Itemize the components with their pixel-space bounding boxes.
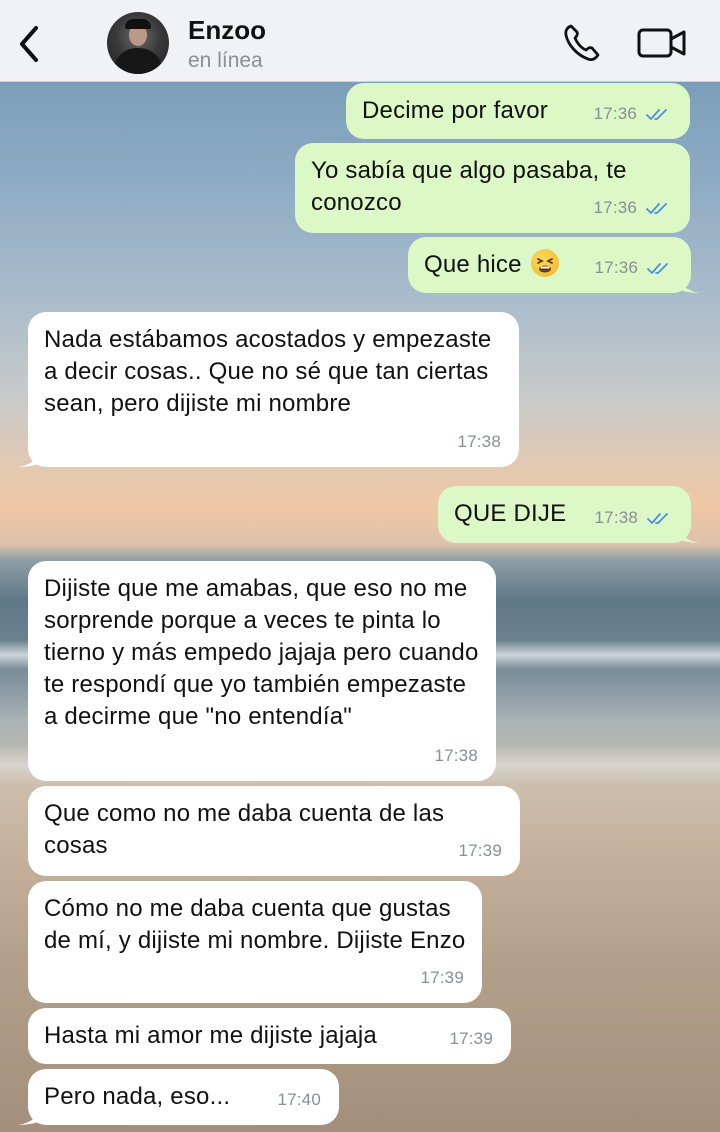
contact-status: en línea (188, 49, 263, 72)
message-time: 17:36 (594, 258, 639, 277)
phone-icon[interactable] (562, 22, 602, 64)
message-bubble-incoming[interactable]: Cómo no me daba cuenta que gustas de mí,… (28, 881, 482, 1003)
message-meta: 17:39 (458, 835, 502, 867)
read-receipt-icon (646, 108, 667, 120)
tired-face-emoji-icon (530, 249, 559, 277)
message-text: Hasta mi amor me dijiste jajaja (44, 1022, 377, 1049)
read-receipt-icon (647, 512, 668, 524)
message-time: 17:38 (594, 508, 639, 527)
message-time: 17:38 (434, 746, 478, 765)
chat-header: Enzoo en línea (0, 0, 720, 82)
bubble-tail (676, 521, 700, 543)
message-text: Dijiste que me amabas, que eso no me sor… (44, 575, 479, 730)
message-text: Que hice (424, 251, 522, 278)
message-text: Que como no me daba cuenta de las cosas (44, 800, 445, 859)
bubble-tail (676, 271, 700, 293)
message-meta: 17:38 (457, 426, 501, 458)
bubble-tail (18, 1103, 42, 1125)
message-bubble-incoming[interactable]: Dijiste que me amabas, que eso no me sor… (28, 561, 496, 781)
video-camera-icon[interactable] (636, 24, 688, 62)
message-bubble-outgoing[interactable]: Que hice 17:36 (408, 237, 700, 293)
message-bubble-outgoing[interactable]: Yo sabía que algo pasaba, te conozco 17:… (295, 143, 690, 233)
read-receipt-icon (646, 202, 667, 214)
read-receipt-icon (647, 262, 668, 274)
message-time: 17:36 (593, 104, 638, 123)
bubble-tail (18, 445, 42, 467)
contact-name[interactable]: Enzoo (188, 15, 266, 46)
message-time: 17:36 (593, 198, 638, 217)
message-text: Cómo no me daba cuenta que gustas de mí,… (44, 895, 466, 954)
message-meta: 17:36 (594, 192, 672, 224)
message-text: Pero nada, eso... (44, 1083, 231, 1110)
avatar[interactable] (107, 12, 169, 74)
message-meta: 17:36 (595, 252, 673, 284)
message-meta: 17:38 (434, 740, 478, 772)
message-meta: 17:39 (420, 962, 464, 994)
message-bubble-incoming[interactable]: Pero nada, eso... 17:40 (18, 1069, 339, 1125)
message-bubble-incoming[interactable]: Nada estábamos acostados y empezaste a d… (18, 312, 519, 467)
message-time: 17:39 (420, 968, 464, 987)
chevron-left-icon[interactable] (14, 24, 44, 64)
message-text: QUE DIJE (454, 500, 567, 527)
message-text: Decime por favor (362, 97, 548, 124)
message-bubble-outgoing[interactable]: Decime por favor 17:36 (346, 83, 690, 139)
message-meta: 17:36 (594, 98, 672, 130)
message-time: 17:38 (457, 432, 501, 451)
message-meta: 17:38 (595, 502, 673, 534)
message-bubble-incoming[interactable]: Que como no me daba cuenta de las cosas … (28, 786, 520, 876)
message-bubble-outgoing[interactable]: QUE DIJE 17:38 (438, 486, 700, 543)
message-bubble-incoming[interactable]: Hasta mi amor me dijiste jajaja 17:39 (28, 1008, 511, 1064)
message-time: 17:40 (277, 1090, 321, 1109)
message-time: 17:39 (449, 1029, 493, 1048)
message-meta: 17:39 (449, 1023, 493, 1055)
message-meta: 17:40 (277, 1084, 321, 1116)
message-text: Nada estábamos acostados y empezaste a d… (44, 326, 492, 417)
message-time: 17:39 (458, 841, 502, 860)
